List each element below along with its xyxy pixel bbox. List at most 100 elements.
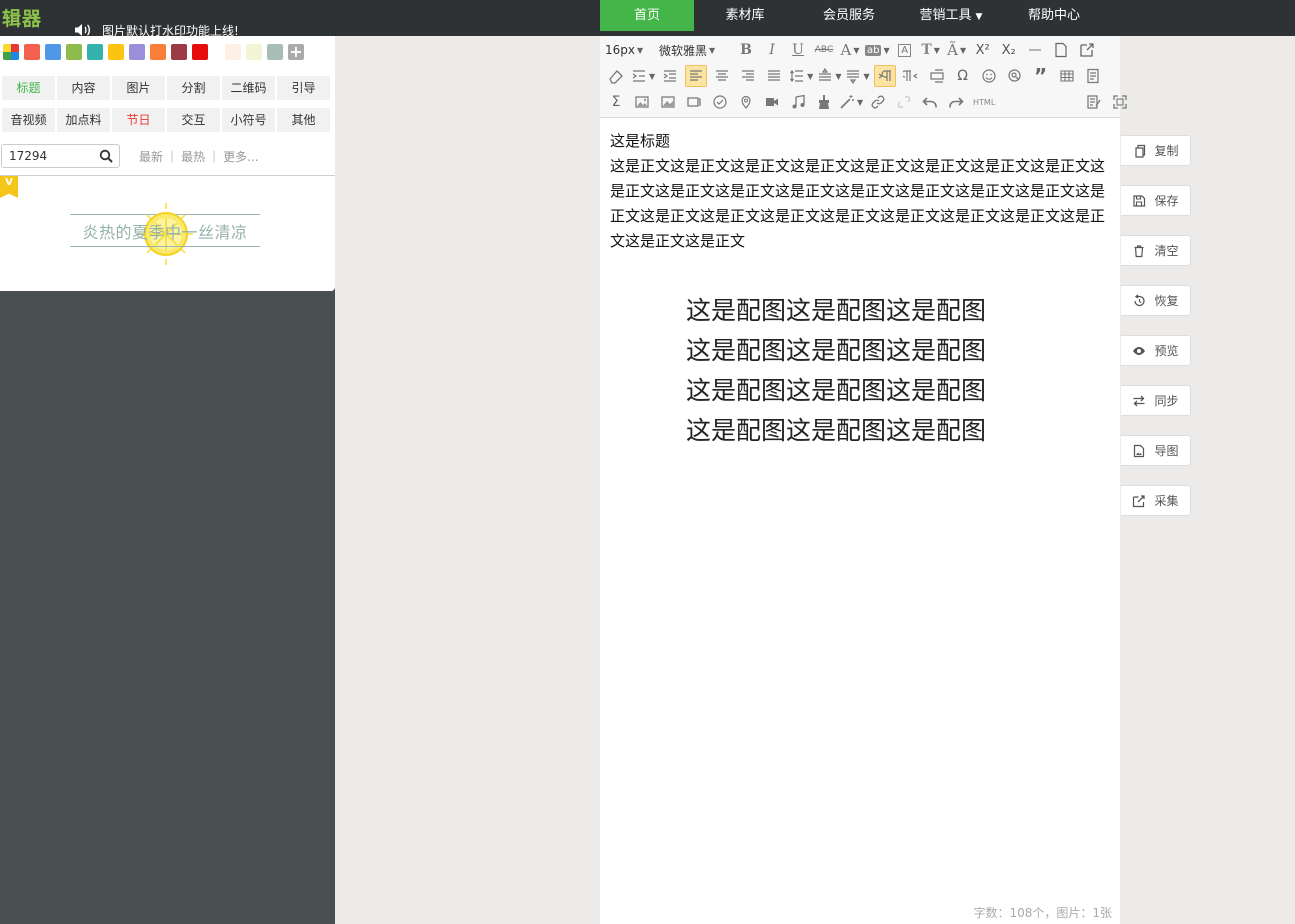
- category-tab[interactable]: 内容: [57, 76, 110, 100]
- font-size-adjust-icon[interactable]: Ã ▼: [946, 39, 968, 61]
- undo-icon[interactable]: [919, 91, 941, 113]
- category-tab[interactable]: 图片: [112, 76, 165, 100]
- color-swatch[interactable]: [129, 44, 145, 60]
- color-swatch[interactable]: [150, 44, 166, 60]
- category-tab[interactable]: 小符号: [222, 108, 275, 132]
- multi-image-icon[interactable]: [657, 91, 679, 113]
- align-center-icon[interactable]: [711, 65, 733, 87]
- underline-icon[interactable]: U: [787, 39, 809, 61]
- unlink-icon[interactable]: [893, 91, 915, 113]
- nav-item[interactable]: 会员服务: [796, 0, 902, 31]
- template-card[interactable]: V 炎热的夏季中一丝清凉: [0, 175, 335, 291]
- color-swatch[interactable]: [225, 44, 241, 60]
- editor-content[interactable]: 这是标题 这是正文这是正文这是正文这是正文这是正文这是正文这是正文这是正文这是正…: [610, 129, 1110, 254]
- search-input[interactable]: 17294: [1, 144, 120, 168]
- category-tab[interactable]: 二维码: [222, 76, 275, 100]
- indent-options-icon[interactable]: ▼: [631, 65, 655, 87]
- magic-wand-icon[interactable]: ▼: [839, 91, 863, 113]
- add-color-icon[interactable]: +: [288, 44, 304, 60]
- text-direction-rtl-icon[interactable]: [900, 65, 922, 87]
- text-direction-ltr-icon[interactable]: [873, 65, 896, 87]
- nav-item[interactable]: 首页: [600, 0, 694, 31]
- category-tab[interactable]: 节日: [112, 108, 165, 132]
- action-button[interactable]: 清空: [1121, 235, 1191, 266]
- color-swatch[interactable]: [87, 44, 103, 60]
- filter-hottest[interactable]: 最热: [181, 148, 205, 165]
- action-button[interactable]: 采集: [1121, 485, 1191, 516]
- action-button[interactable]: 预览: [1121, 335, 1191, 366]
- line-height-icon[interactable]: ▼: [789, 65, 813, 87]
- indent-icon[interactable]: [659, 65, 681, 87]
- action-button[interactable]: 导图: [1121, 435, 1191, 466]
- slideshow-icon[interactable]: [683, 91, 705, 113]
- table-icon[interactable]: [1056, 65, 1078, 87]
- link-icon[interactable]: [867, 91, 889, 113]
- font-size-select[interactable]: 16px ▼: [605, 39, 649, 61]
- paragraph-spacing-below-icon[interactable]: ▼: [845, 65, 870, 87]
- color-swatch[interactable]: [246, 44, 262, 60]
- eraser-icon[interactable]: [605, 65, 627, 87]
- align-left-icon[interactable]: [685, 65, 708, 87]
- color-swatch[interactable]: [171, 44, 187, 60]
- horizontal-rule-icon[interactable]: [1024, 39, 1046, 61]
- paragraph-spacing-icon[interactable]: ▼: [817, 65, 841, 87]
- open-external-icon[interactable]: [1076, 39, 1098, 61]
- bold-icon[interactable]: B: [735, 39, 757, 61]
- nav-item[interactable]: 帮助中心: [1000, 0, 1108, 31]
- action-button[interactable]: 同步: [1121, 385, 1191, 416]
- text-shadow-icon[interactable]: T ▼: [920, 39, 942, 61]
- action-button[interactable]: 恢复: [1121, 285, 1191, 316]
- fullscreen-icon[interactable]: [1109, 91, 1131, 113]
- template-icon[interactable]: [1082, 65, 1104, 87]
- video-icon[interactable]: [761, 91, 783, 113]
- align-justify-icon[interactable]: [763, 65, 785, 87]
- article-figure[interactable]: 这是配图这是配图这是配图 这是配图这是配图这是配图 这是配图这是配图这是配图 这是配图…: [686, 291, 990, 451]
- superscript-icon[interactable]: X²: [972, 39, 994, 61]
- watermark-icon[interactable]: [709, 91, 731, 113]
- color-picker-swatch[interactable]: [3, 44, 19, 60]
- image-icon[interactable]: [631, 91, 653, 113]
- align-right-icon[interactable]: [737, 65, 759, 87]
- block-style-icon[interactable]: [926, 65, 948, 87]
- highlight-color-icon[interactable]: ab ▼: [865, 39, 890, 61]
- category-tab[interactable]: 分割: [167, 76, 220, 100]
- color-swatch[interactable]: [24, 44, 40, 60]
- italic-icon[interactable]: I: [761, 39, 783, 61]
- color-swatch[interactable]: [267, 44, 283, 60]
- redo-icon[interactable]: [945, 91, 967, 113]
- color-swatch[interactable]: [192, 44, 208, 60]
- nav-item[interactable]: 营销工具 ▼: [902, 0, 1000, 31]
- font-family-select[interactable]: 微软雅黑 ▼: [659, 39, 731, 61]
- filter-newest[interactable]: 最新: [139, 148, 163, 165]
- search-icon[interactable]: [99, 149, 113, 163]
- category-tab[interactable]: 标题: [2, 76, 55, 100]
- map-icon[interactable]: [735, 91, 757, 113]
- filter-more[interactable]: 更多...: [223, 148, 258, 165]
- text-box-icon[interactable]: A: [894, 39, 916, 61]
- format-brush-icon[interactable]: [813, 91, 835, 113]
- strikethrough-icon[interactable]: ABC: [813, 39, 835, 61]
- emoji-icon[interactable]: [978, 65, 1000, 87]
- logo[interactable]: 辑器: [2, 4, 42, 31]
- action-button[interactable]: 复制: [1121, 135, 1191, 166]
- subscript-icon[interactable]: X₂: [998, 39, 1020, 61]
- category-tab[interactable]: 音视频: [2, 108, 55, 132]
- font-color-icon[interactable]: A ▼: [839, 39, 861, 61]
- category-tab[interactable]: 其他: [277, 108, 330, 132]
- special-chars-icon[interactable]: Ω: [952, 65, 974, 87]
- nav-item[interactable]: 素材库: [694, 0, 796, 31]
- article-title[interactable]: 这是标题: [610, 129, 1110, 154]
- category-tab[interactable]: 加点料: [57, 108, 110, 132]
- color-swatch[interactable]: [66, 44, 82, 60]
- new-document-icon[interactable]: [1050, 39, 1072, 61]
- music-icon[interactable]: [787, 91, 809, 113]
- formula-icon[interactable]: Σ: [605, 91, 627, 113]
- category-tab[interactable]: 引导: [277, 76, 330, 100]
- edit-note-icon[interactable]: [1083, 91, 1105, 113]
- action-button[interactable]: 保存: [1121, 185, 1191, 216]
- search-replace-icon[interactable]: [1004, 65, 1026, 87]
- html-source-button[interactable]: HTML: [971, 91, 997, 113]
- color-swatch[interactable]: [108, 44, 124, 60]
- color-swatch[interactable]: [45, 44, 61, 60]
- blockquote-icon[interactable]: ”: [1030, 65, 1052, 87]
